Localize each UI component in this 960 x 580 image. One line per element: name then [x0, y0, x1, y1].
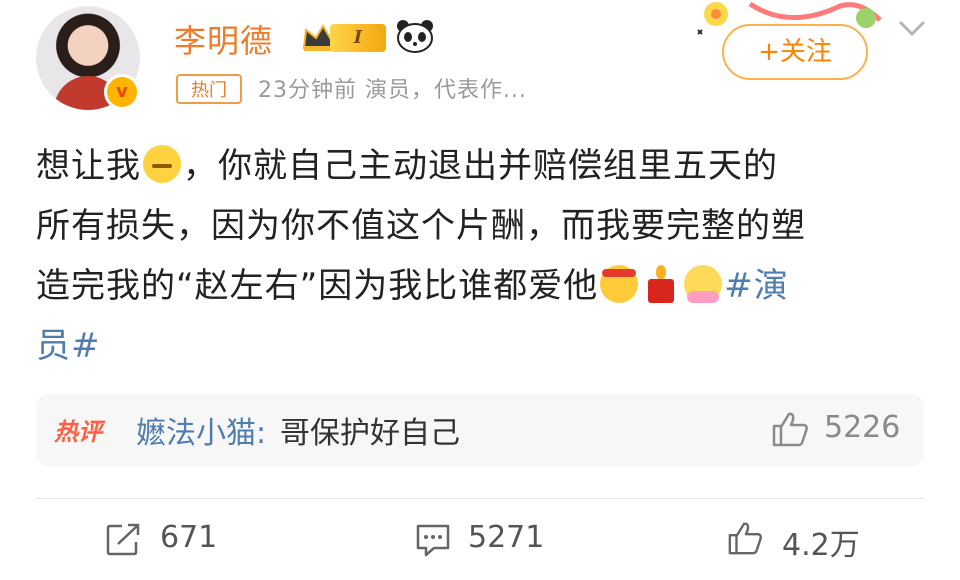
candle-emoji-icon: [642, 265, 680, 303]
hot-tag: 热门: [176, 74, 242, 104]
follow-button[interactable]: +关注: [722, 24, 868, 80]
comment-icon[interactable]: [414, 522, 452, 558]
panda-icon: [397, 20, 433, 53]
chevron-down-icon[interactable]: [896, 16, 928, 40]
comment-count[interactable]: 5271: [468, 520, 544, 555]
username[interactable]: 李明德: [174, 16, 273, 62]
post-line1b: ，你就自己主动退出并赔偿组里五天的: [183, 146, 778, 186]
like-icon[interactable]: [726, 520, 764, 556]
level-badge: I: [330, 24, 386, 52]
hot-comment-user[interactable]: 嬷法小猫:: [136, 408, 266, 452]
post-meta: 23分钟前 演员，代表作...: [258, 78, 527, 103]
pray-emoji-icon: [684, 265, 723, 303]
hot-comment-label: 热评: [54, 418, 102, 446]
repost-count[interactable]: 671: [160, 520, 217, 555]
watermark-overlay: [540, 546, 586, 576]
zipper-mouth-emoji-icon: [143, 145, 181, 183]
repost-icon[interactable]: [104, 522, 142, 558]
hashtag-link[interactable]: #演: [724, 266, 789, 306]
post-text: 想让我 ，你就自己主动退出并赔偿组里五天的 所有损失，因为你不值这个片酬，而我要完…: [36, 136, 916, 376]
divider: [36, 498, 924, 499]
verified-badge-icon: v: [104, 74, 140, 110]
like-count[interactable]: 4.2万: [782, 520, 860, 564]
post-line1a: 想让我: [36, 146, 141, 186]
post-line3: 造完我的“赵左右”因为我比谁都爱他: [36, 266, 599, 306]
thumbs-up-icon[interactable]: [770, 410, 810, 448]
hot-comment-like-count: 5226: [824, 410, 901, 445]
post-line2: 所有损失，因为你不值这个片酬，而我要完整的塑: [36, 206, 806, 246]
hashtag-link-cont[interactable]: 员#: [36, 326, 101, 366]
hot-comment-text: 哥保护好自己: [280, 416, 460, 451]
fighting-emoji-icon: [600, 265, 639, 303]
